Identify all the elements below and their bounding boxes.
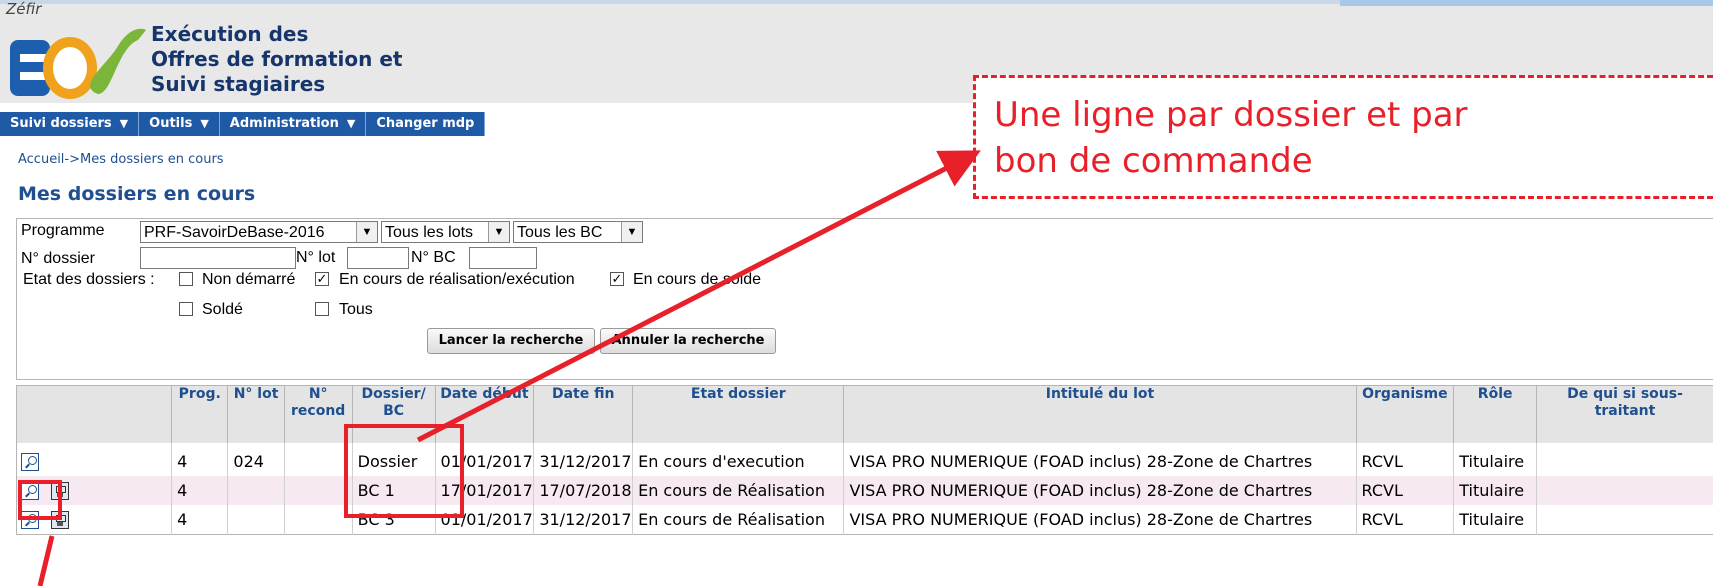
arrow-line (37, 535, 55, 586)
annotation-arrows (37, 150, 981, 586)
arrow-line (416, 150, 981, 443)
